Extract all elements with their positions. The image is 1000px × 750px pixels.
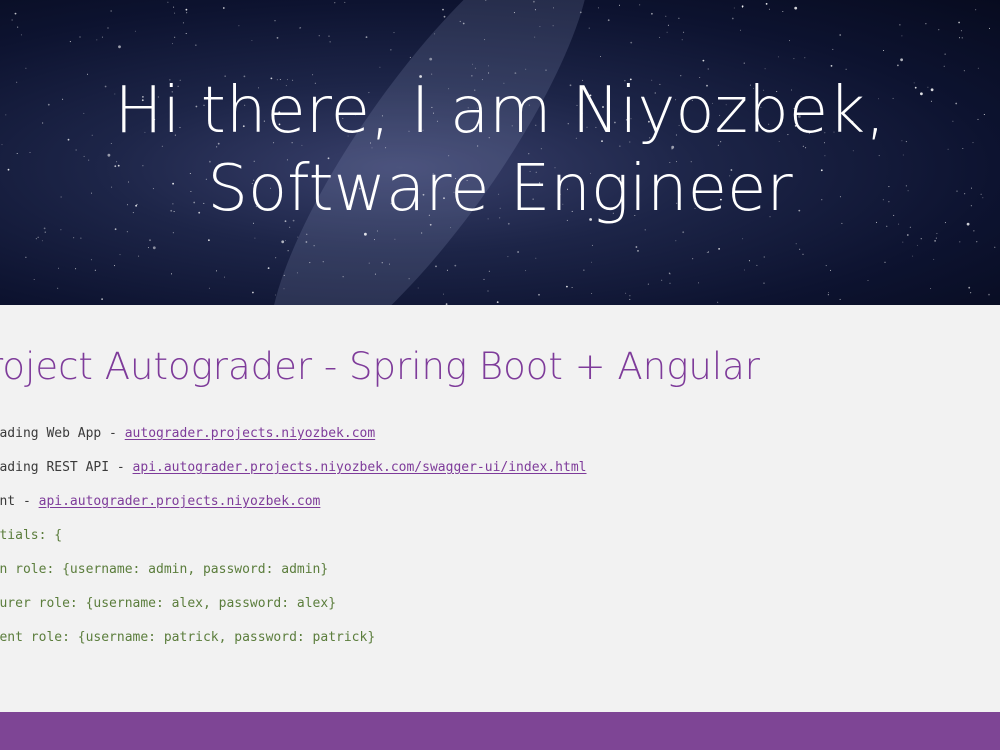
rest-api-label: ograding REST API - xyxy=(0,460,125,475)
list-item: dentials: { xyxy=(0,519,587,553)
project-section: roject Autograder - Spring Boot + Angula… xyxy=(0,305,1000,712)
project-details-list: ograding Web App - autograder.projects.n… xyxy=(0,417,587,655)
hero-heading-line-1: Hi there, I am Niyozbek, xyxy=(114,74,886,148)
list-item: point - api.autograder.projects.niyozbek… xyxy=(0,485,587,519)
hero-heading-line-2: Software Engineer xyxy=(207,152,793,226)
credentials-admin: dmin role: {username: admin, password: a… xyxy=(0,562,329,577)
web-app-link[interactable]: autograder.projects.niyozbek.com xyxy=(125,426,375,441)
list-item: dmin role: {username: admin, password: a… xyxy=(0,553,587,587)
footer-bar xyxy=(0,712,1000,750)
endpoint-link[interactable]: api.autograder.projects.niyozbek.com xyxy=(39,494,321,509)
list-item: ograding REST API - api.autograder.proje… xyxy=(0,451,587,485)
hero-banner: Hi there, I am Niyozbek, Software Engine… xyxy=(0,0,1000,305)
list-item: ograding Web App - autograder.projects.n… xyxy=(0,417,587,451)
credentials-student: tudent role: {username: patrick, passwor… xyxy=(0,630,376,645)
list-item: ecturer role: {username: alex, password:… xyxy=(0,587,587,621)
hero-heading: Hi there, I am Niyozbek, Software Engine… xyxy=(0,72,1000,228)
rest-api-link[interactable]: api.autograder.projects.niyozbek.com/swa… xyxy=(133,460,587,475)
endpoint-label: point - xyxy=(0,494,31,509)
web-app-label: ograding Web App - xyxy=(0,426,117,441)
credentials-lecturer: ecturer role: {username: alex, password:… xyxy=(0,596,337,611)
project-title: roject Autograder - Spring Boot + Angula… xyxy=(0,345,761,388)
page: Hi there, I am Niyozbek, Software Engine… xyxy=(0,0,1000,750)
credentials-heading: dentials: { xyxy=(0,528,63,543)
list-item: tudent role: {username: patrick, passwor… xyxy=(0,621,587,655)
